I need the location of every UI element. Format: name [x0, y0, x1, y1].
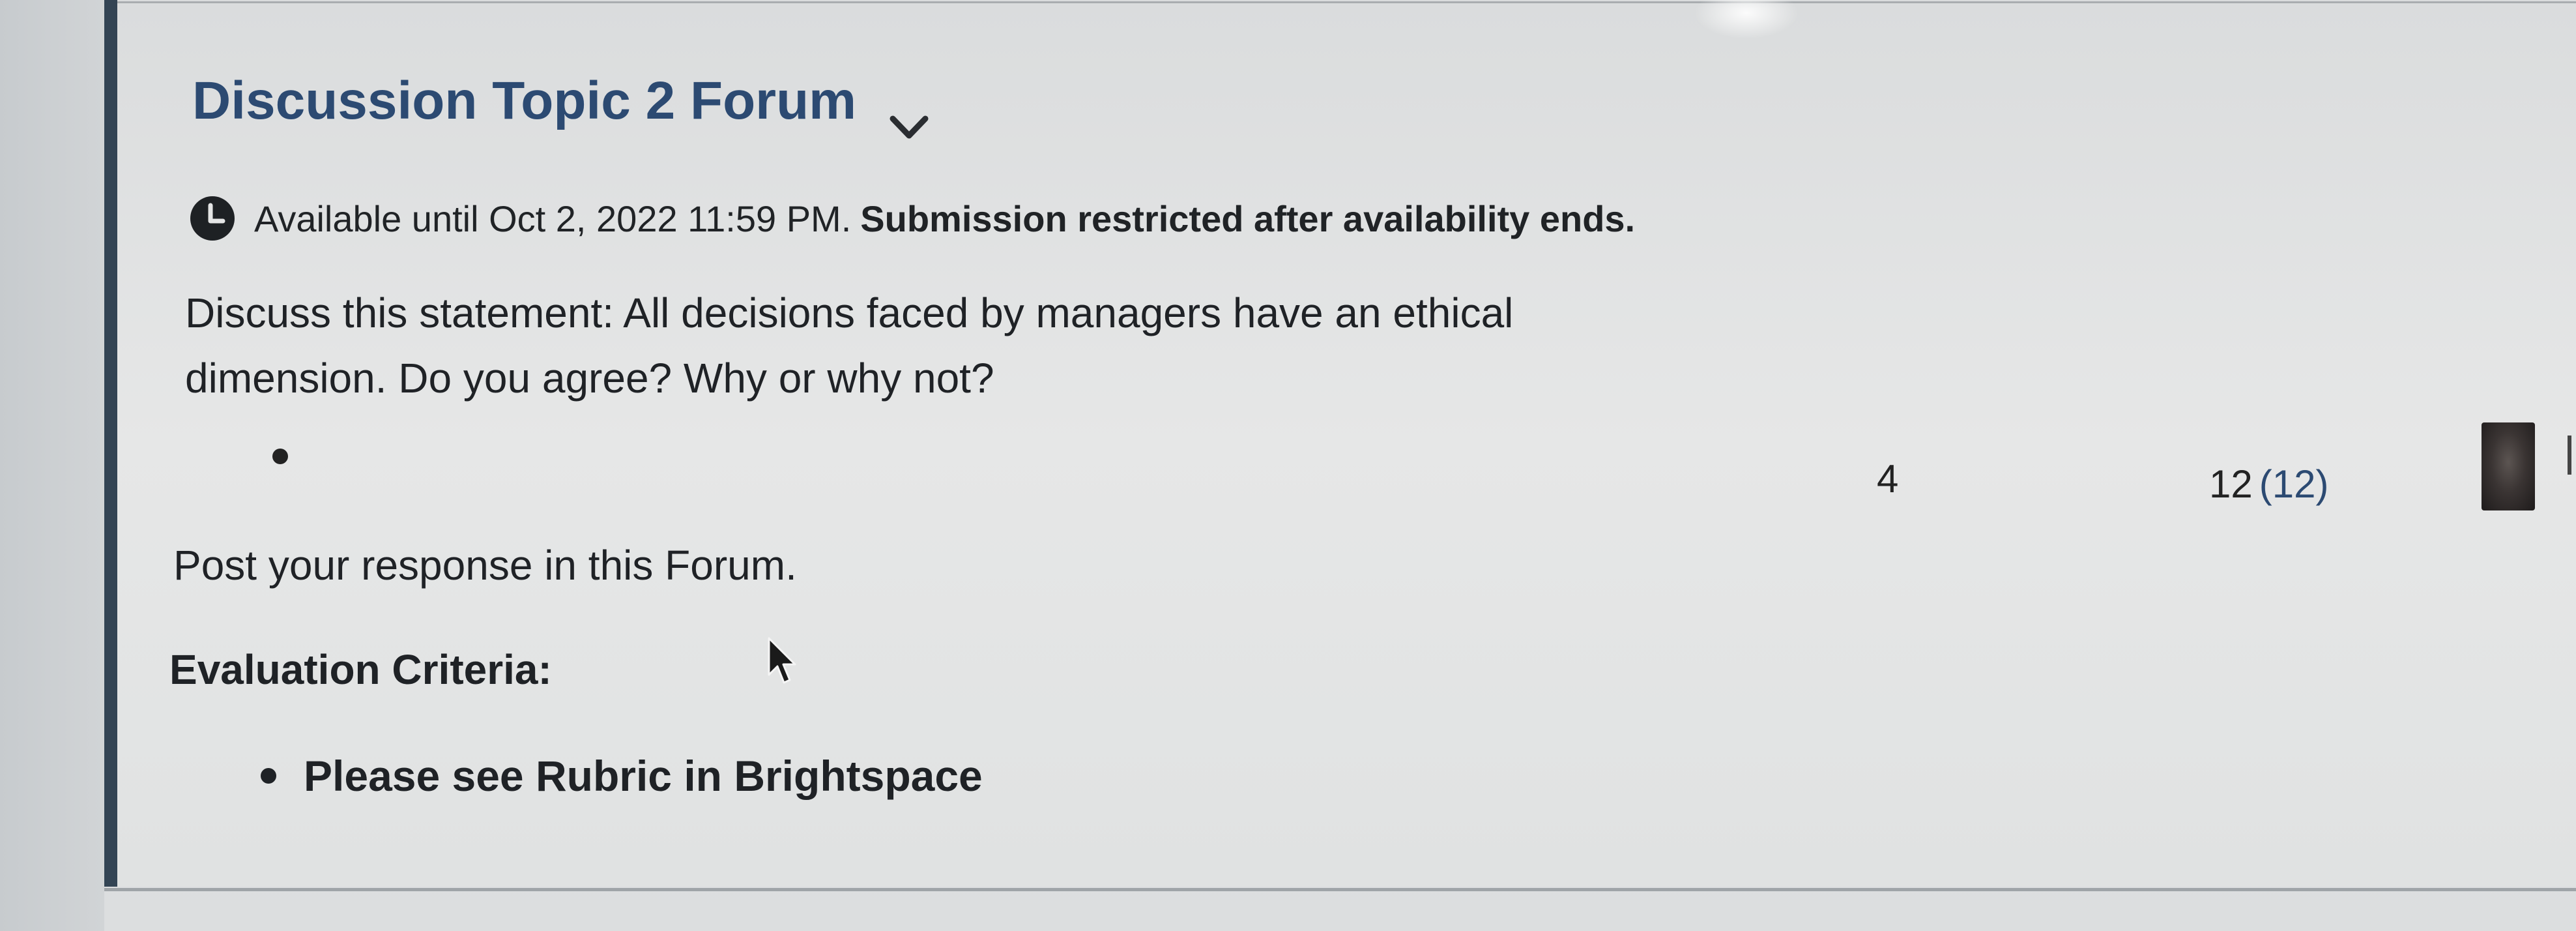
card-top-divider — [117, 1, 2576, 3]
list-bullet — [261, 768, 276, 784]
left-gutter — [0, 0, 104, 931]
availability-row: Available until Oct 2, 2022 11:59 PM. Su… — [189, 192, 1635, 244]
card-bottom-divider — [104, 888, 2576, 891]
instruction-text: Post your response in this Forum. — [173, 542, 797, 589]
posts-total: 12 — [2209, 462, 2253, 506]
restriction-text: Submission restricted after availability… — [860, 198, 1636, 239]
avatar[interactable] — [2482, 422, 2535, 510]
posts-count: 12 (12) — [2209, 462, 2328, 507]
availability-text: Available until Oct 2, 2022 11:59 PM. — [254, 198, 852, 239]
list-item: Please see Rubric in Brightspace — [261, 751, 983, 801]
clock-icon — [190, 196, 235, 241]
evaluation-criteria-heading: Evaluation Criteria: — [169, 646, 552, 693]
chevron-down-icon[interactable] — [886, 111, 932, 143]
cursor-icon — [768, 637, 796, 684]
forum-title[interactable]: Discussion Topic 2 Forum — [192, 70, 856, 132]
card-accent-bar — [104, 0, 117, 887]
posts-unread-count[interactable]: (12) — [2259, 462, 2329, 506]
list-bullet — [272, 449, 288, 464]
forum-prompt: Discuss this statement: All decisions fa… — [185, 289, 1514, 402]
truncated-column-edge — [2568, 436, 2571, 475]
threads-count: 4 — [1877, 457, 1899, 501]
criteria-item-text: Please see Rubric in Brightspace — [304, 752, 983, 800]
page: Discussion Topic 2 Forum Available until… — [0, 0, 2576, 931]
criteria-list: Please see Rubric in Brightspace — [261, 751, 983, 801]
